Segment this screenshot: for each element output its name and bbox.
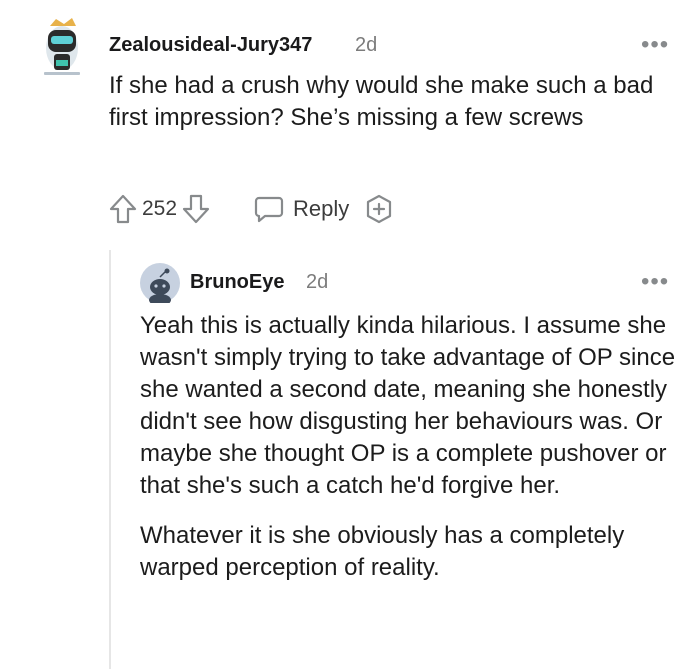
vote-count: 252 — [142, 197, 178, 220]
comment-body: If she had a crush why would she make su… — [109, 72, 654, 131]
username[interactable]: BrunoEye — [190, 271, 284, 294]
speech-bubble-icon — [253, 194, 285, 224]
reply-label: Reply — [293, 196, 350, 221]
comment-paragraph: Yeah this is actually kinda hilarious. I… — [140, 312, 676, 499]
arrow-down-icon[interactable] — [181, 193, 211, 225]
default-snoo-avatar-icon — [140, 263, 180, 306]
comment-paragraph: Whatever it is she obviously has a compl… — [140, 522, 625, 581]
award-plus-icon[interactable] — [363, 193, 395, 225]
arrow-up-icon[interactable] — [108, 193, 138, 225]
snoo-avatar-icon — [44, 18, 80, 75]
timestamp[interactable]: 2d — [306, 271, 328, 294]
avatar[interactable] — [34, 16, 90, 76]
timestamp[interactable]: 2d — [355, 34, 377, 57]
avatar[interactable] — [140, 263, 180, 306]
reply-button[interactable]: Reply — [253, 194, 349, 224]
more-options-icon[interactable]: ••• — [641, 33, 669, 57]
username[interactable]: Zealousideal-Jury347 — [109, 34, 312, 57]
comment-body: Yeah this is actually kinda hilarious. I… — [140, 310, 685, 602]
thread-line[interactable] — [109, 250, 111, 669]
comment-actions: 252 Reply — [108, 192, 395, 226]
more-options-icon[interactable]: ••• — [641, 270, 669, 294]
